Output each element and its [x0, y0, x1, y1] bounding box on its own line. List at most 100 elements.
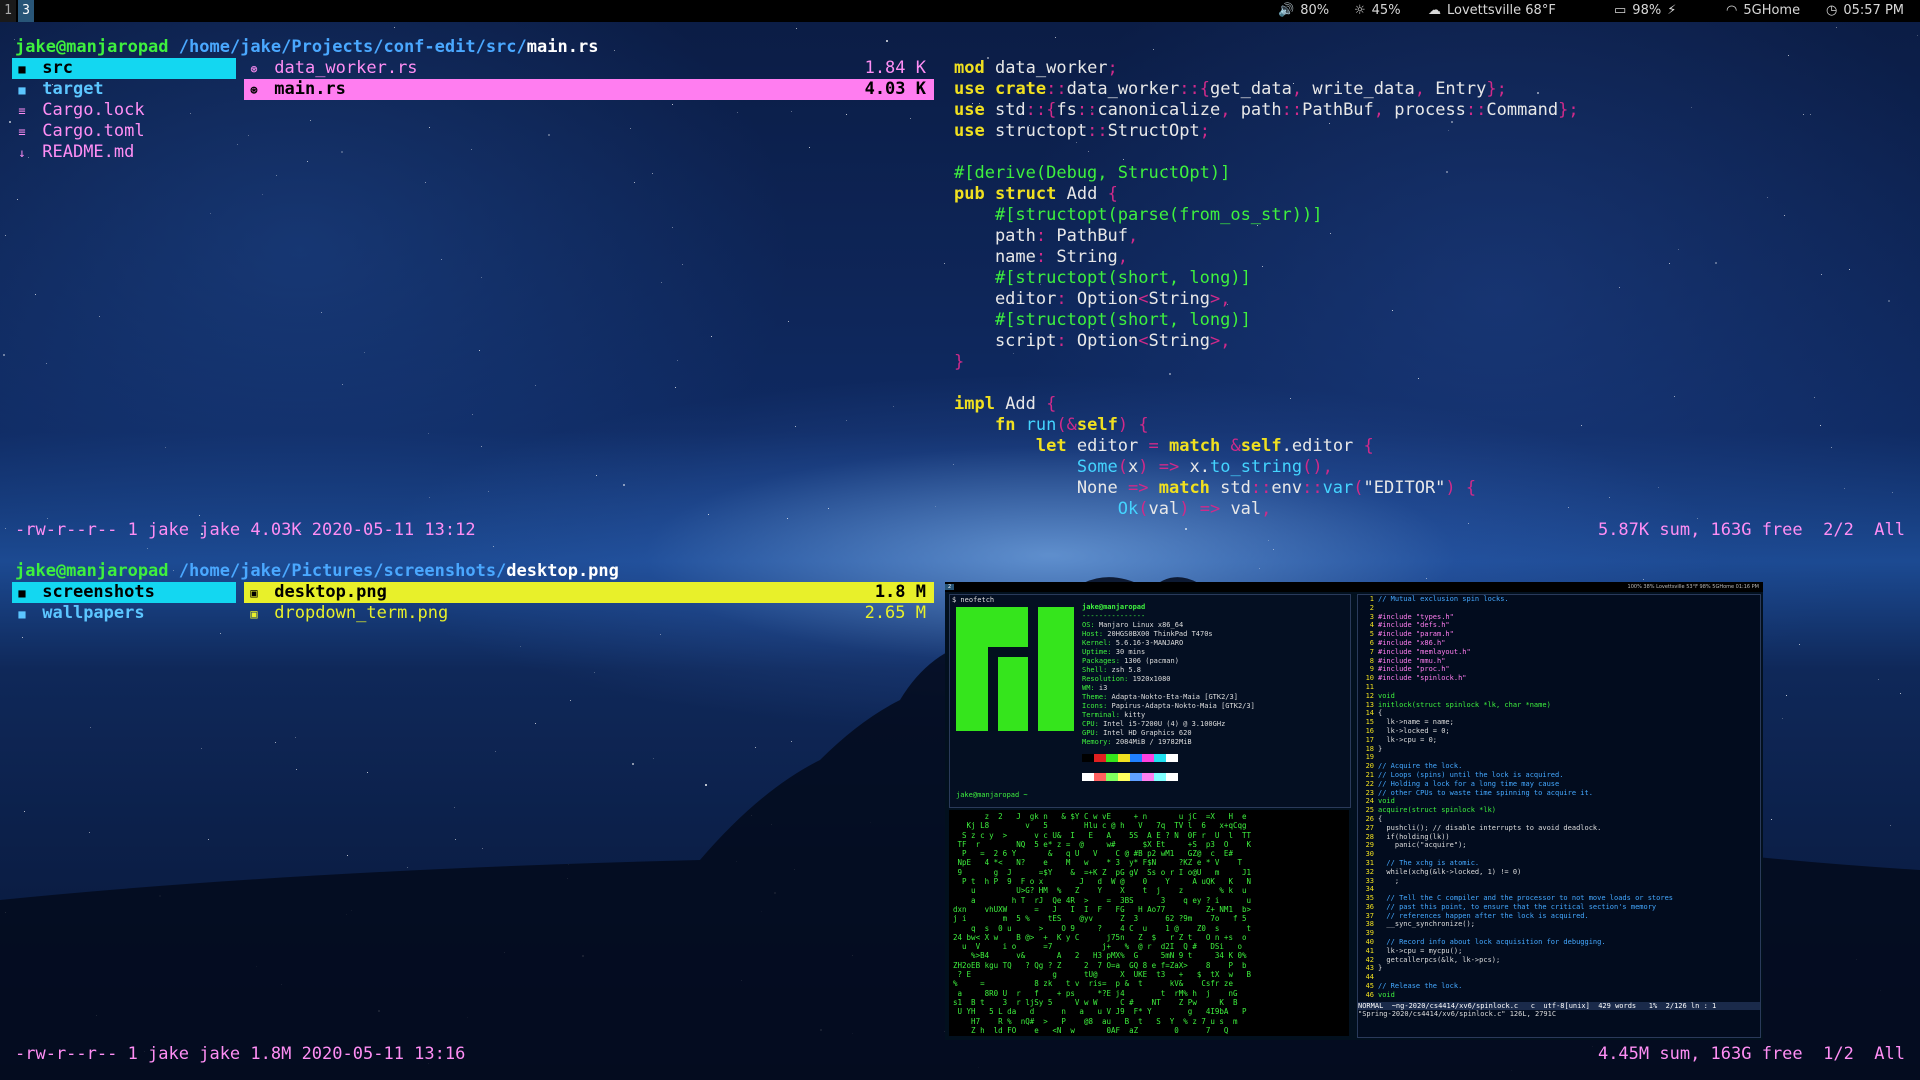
neofetch-line: Resolution: 1920x1080	[1082, 675, 1171, 683]
preview-matrix-terminal: z 2 J gk n & $Y C w vE + n u jC =X H e K…	[949, 810, 1349, 1036]
volume-value: 80%	[1300, 3, 1330, 18]
text-file-icon: ≡	[18, 125, 26, 139]
battery-value: 98%	[1632, 3, 1662, 18]
directory-summary: 5.87K sum, 163G free 2/2 All	[1597, 520, 1905, 540]
vim-line: 10 #include "spinlock.h"	[1365, 674, 1467, 683]
code-line: name: String,	[954, 247, 1129, 267]
markdown-icon: ↓	[18, 146, 26, 160]
vim-line: 31 // The xchg is atomic.	[1365, 858, 1480, 867]
file-entry-cargo-toml[interactable]: ≡ Cargo.toml	[12, 121, 236, 142]
vim-line: 44	[1365, 973, 1374, 982]
vim-line: 11	[1365, 682, 1374, 691]
file-entry-target[interactable]: ■ target	[12, 79, 236, 100]
prompt-path: /home/jake/Projects/conf-edit/src/	[178, 37, 527, 57]
matrix-rain: z 2 J gk n & $Y C w vE + n u jC =X H e K…	[953, 812, 1252, 1035]
vim-line: 40 // Record info about lock acquisition…	[1365, 938, 1606, 947]
workspace-3-button[interactable]: 3	[18, 0, 34, 22]
vim-line: 26{	[1365, 814, 1383, 823]
file-size: 2.65 M	[864, 603, 926, 623]
vim-line: 24 void	[1365, 797, 1395, 806]
code-line: let editor = match &self.editor {	[1035, 436, 1374, 456]
file-size: 1.84 K	[864, 58, 926, 78]
code-line: path: PathBuf,	[954, 226, 1139, 246]
image-file-icon: ▣	[250, 586, 258, 600]
clock-status[interactable]: ◷ 05:57 PM	[1826, 0, 1904, 22]
vim-line: 3 #include "types.h"	[1369, 612, 1454, 621]
weather-value: Lovettsville 68°F	[1447, 3, 1556, 18]
neofetch-line: Theme: Adapta-Nokto-Eta-Maia [GTK2/3]	[1082, 693, 1238, 701]
volume-status[interactable]: 🔊 80%	[1278, 0, 1329, 22]
code-line: mod data_worker;	[954, 58, 1118, 78]
neofetch-line: WM: i3	[1082, 684, 1108, 692]
file-entry-main-rs[interactable]: ⊛ main.rs 4.03 K	[244, 79, 934, 100]
vim-line: 45// Release the lock.	[1365, 982, 1463, 991]
neofetch-user: jake@manjaropad	[1082, 603, 1146, 611]
vim-line: 35 // Tell the C compiler and the proces…	[1365, 894, 1674, 903]
neofetch-line: Host: 20HGS0BX00 ThinkPad T470s	[1082, 630, 1213, 638]
vim-line: 36 // past this point, to ensure that th…	[1365, 902, 1657, 911]
vim-line: 32 while(xchg(&lk->locked, 1) != 0)	[1365, 867, 1522, 876]
code-line: fn run(&self) {	[994, 415, 1149, 435]
code-line: use crate::data_worker::{get_data, write…	[954, 79, 1507, 99]
brightness-value: 45%	[1371, 3, 1401, 18]
vim-line: 12 void	[1365, 691, 1395, 700]
file-entry-screenshots[interactable]: ■ screenshots	[12, 582, 236, 603]
neofetch-line: Kernel: 5.6.16-3-MANJARO	[1082, 639, 1184, 647]
parent-directory-column: ■ src ■ target ≡ Cargo.lock ≡ Cargo.toml…	[12, 58, 236, 163]
vim-line: 23// other CPUs to waste time spinning t…	[1365, 788, 1593, 797]
current-directory-column: ▣ desktop.png 1.8 M ▣ dropdown_term.png 2.…	[244, 582, 934, 624]
vim-line: 16 lk->locked = 0;	[1365, 726, 1450, 735]
wifi-status[interactable]: ◠ 5GHome	[1726, 0, 1800, 22]
vim-line: 8 #include "mmu.h"	[1369, 656, 1446, 665]
vim-line: 37 // references happen after the lock i…	[1365, 911, 1589, 920]
code-line: #[structopt(short, long)]	[954, 268, 1251, 288]
image-file-icon: ▣	[250, 607, 258, 621]
code-line: script: Option<String>,	[954, 331, 1231, 351]
vim-line: 30	[1365, 850, 1374, 859]
code-line: Some(x) => x.to_string(),	[1076, 457, 1333, 477]
preview-status-text: 100% 38% Lovettsville 53°F 98% 5GHome 01…	[1627, 584, 1759, 590]
rust-file-icon: ⊛	[250, 62, 258, 76]
file-entry-data-worker[interactable]: ⊛ data_worker.rs 1.84 K	[244, 58, 934, 79]
file-entry-readme[interactable]: ↓ README.md	[12, 142, 236, 163]
vim-line: 20// Acquire the lock.	[1365, 762, 1463, 771]
speaker-icon: 🔊	[1278, 3, 1295, 18]
workspace-1-button[interactable]: 1	[0, 0, 16, 22]
preview-vim-editor: 1// Mutual exclusion spin locks. 2 3 #inclu…	[1357, 594, 1761, 1038]
code-line: #[structopt(parse(from_os_str))]	[954, 205, 1323, 225]
vim-line: 25 acquire(struct spinlock *lk)	[1365, 806, 1497, 815]
brightness-status[interactable]: ☼ 45%	[1354, 0, 1401, 22]
color-palette	[1082, 747, 1178, 785]
clock-icon: ◷	[1826, 3, 1838, 18]
neofetch-line: GPU: Intel HD Graphics 620	[1082, 729, 1192, 737]
code-line: #[structopt(short, long)]	[954, 310, 1251, 330]
vim-line: 46 void	[1365, 990, 1395, 999]
code-line: None => match std::env::var("EDITOR") {	[954, 478, 1477, 498]
preview-neofetch-cmd: $ neofetch	[952, 596, 995, 604]
vim-line: 14{	[1365, 709, 1383, 718]
vim-line: 27 pushcli(); // disable interrupts to a…	[1365, 823, 1602, 832]
manjaro-logo-icon	[956, 607, 1074, 731]
vim-line: 9 #include "proc.h"	[1369, 665, 1450, 674]
vim-line: 1// Mutual exclusion spin locks.	[1369, 595, 1509, 603]
file-entry-cargo-lock[interactable]: ≡ Cargo.lock	[12, 100, 236, 121]
weather-status[interactable]: ☁ Lovettsville 68°F	[1428, 0, 1556, 22]
vim-line: 6 #include "x86.h"	[1369, 638, 1446, 647]
preview-neofetch-terminal: $ neofetch jake@manjaropad --------------…	[949, 594, 1351, 808]
file-entry-desktop-png[interactable]: ▣ desktop.png 1.8 M	[244, 582, 934, 603]
ranger-window-top[interactable]: jake@manjaropad /home/jake/Projects/conf…	[12, 37, 1908, 545]
prompt-file: main.rs	[526, 37, 599, 57]
code-line: Ok(val) => val,	[1117, 499, 1272, 519]
vim-line: 2	[1369, 603, 1374, 612]
vim-line: 21// Loops (spins) until the lock is acq…	[1365, 770, 1564, 779]
vim-line: 43}	[1365, 964, 1383, 973]
file-permissions-info: -rw-r--r-- 1 jake jake 1.8M 2020-05-11 1…	[15, 1044, 466, 1064]
file-entry-dropdown-term[interactable]: ▣ dropdown_term.png 2.65 M	[244, 603, 934, 624]
file-entry-wallpapers[interactable]: ■ wallpapers	[12, 603, 236, 624]
file-entry-src[interactable]: ■ src	[12, 58, 236, 79]
battery-status[interactable]: ▭ 98% ⚡	[1614, 0, 1682, 22]
preview-status-bar: 2 100% 38% Lovettsville 53°F 98% 5GHome …	[945, 582, 1763, 592]
code-line: #[derive(Debug, StructOpt)]	[954, 163, 1231, 183]
neofetch-prompt: jake@manjaropad ~	[956, 791, 1028, 799]
